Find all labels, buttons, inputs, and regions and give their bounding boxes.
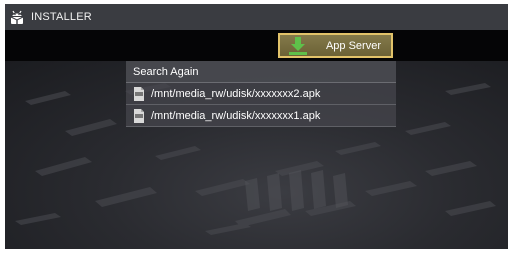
search-again-item[interactable]: Search Again	[126, 61, 396, 83]
app-title: INSTALLER	[31, 11, 92, 23]
list-item[interactable]: /mnt/media_rw/udisk/xxxxxxx1.apk	[126, 105, 396, 127]
file-list-area: Search Again /mnt/media_rw/udisk/xxxxxxx…	[5, 61, 508, 249]
search-again-label: Search Again	[133, 65, 199, 78]
list-item[interactable]: /mnt/media_rw/udisk/xxxxxxx2.apk	[126, 83, 396, 105]
title-bar: INSTALLER	[5, 4, 508, 30]
android-package-icon	[8, 8, 26, 26]
installer-screen: INSTALLER App Server Search Again /mnt/m…	[5, 4, 508, 249]
app-server-label: App Server	[325, 39, 381, 52]
apk-file-icon	[133, 86, 145, 101]
file-list: Search Again /mnt/media_rw/udisk/xxxxxxx…	[126, 61, 396, 127]
file-path: /mnt/media_rw/udisk/xxxxxxx2.apk	[151, 87, 321, 100]
toolbar: App Server	[5, 30, 508, 61]
file-path: /mnt/media_rw/udisk/xxxxxxx1.apk	[151, 109, 321, 122]
download-icon	[287, 36, 309, 56]
app-server-button[interactable]: App Server	[278, 33, 393, 58]
apk-file-icon	[133, 108, 145, 123]
